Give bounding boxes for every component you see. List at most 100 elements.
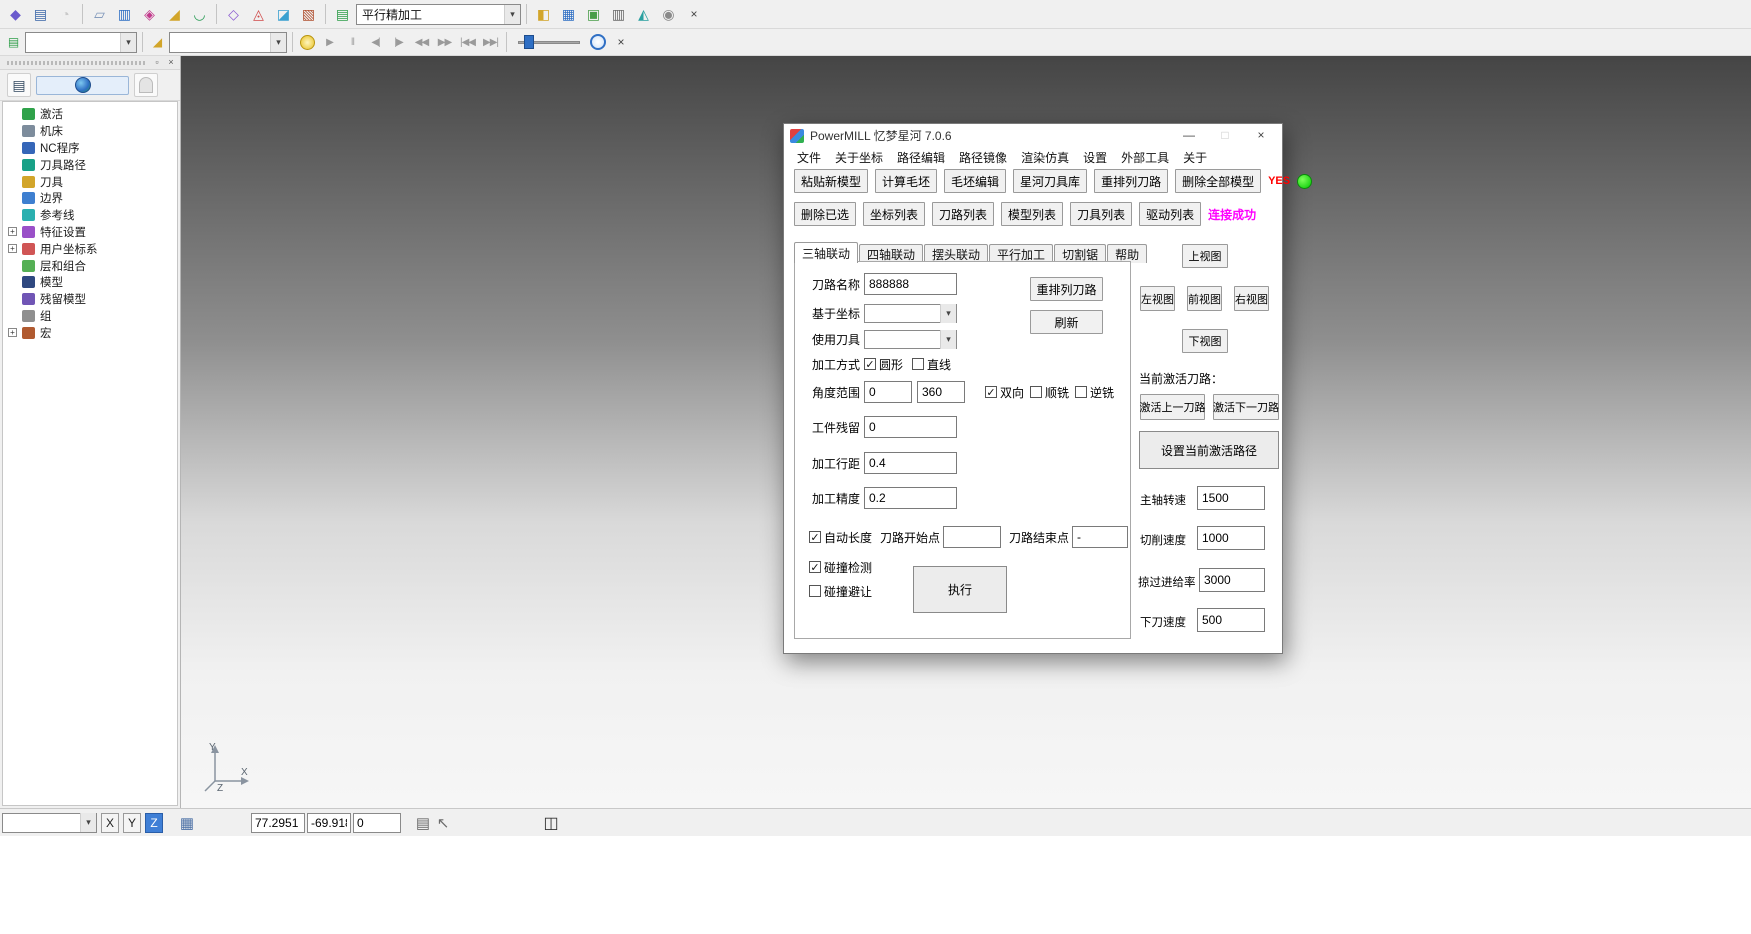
feature-set-icon[interactable]: ◬	[247, 3, 270, 25]
tree-item-machine[interactable]: 机床	[8, 123, 177, 140]
print-icon[interactable]: ◔	[54, 3, 77, 25]
tree-item-boundaries[interactable]: 边界	[8, 190, 177, 207]
tree-item-toolpaths[interactable]: 刀具路径	[8, 156, 177, 173]
reorder-button[interactable]: 重排列刀路	[1030, 277, 1103, 301]
x-axis-button[interactable]: X	[101, 813, 119, 833]
menu-item-file[interactable]: 文件	[790, 149, 828, 166]
collision-avoid-option[interactable]: 碰撞避让	[809, 583, 872, 600]
view-front-button[interactable]: 前视图	[1187, 286, 1222, 311]
cutting-feed-input[interactable]	[1197, 526, 1265, 550]
chevron-down-icon[interactable]: ▾	[504, 5, 520, 24]
tree-item-groups[interactable]: 组	[8, 308, 177, 325]
close-icon[interactable]: ×	[1246, 126, 1276, 145]
view-left-button[interactable]: 左视图	[1140, 286, 1175, 311]
menu-item-coords[interactable]: 关于坐标	[828, 149, 890, 166]
go-end-icon[interactable]: ▶▶|	[480, 32, 501, 52]
tree-item-feature-sets[interactable]: +特征设置	[8, 224, 177, 241]
circle-option[interactable]: 圆形	[864, 356, 903, 373]
plunge-feed-input[interactable]	[1197, 608, 1265, 632]
skim-feed-input[interactable]	[1199, 568, 1265, 592]
lightbulb-icon[interactable]	[298, 33, 317, 52]
menu-item-path-edit[interactable]: 路径编辑	[890, 149, 952, 166]
angle-start-input[interactable]	[864, 381, 912, 403]
auto-length-option[interactable]: 自动长度	[809, 529, 872, 546]
tool-list-button[interactable]: 刀具列表	[1070, 202, 1132, 226]
set-active-path-button[interactable]: 设置当前激活路径	[1139, 431, 1279, 469]
step-forward-icon[interactable]: |▶	[388, 32, 409, 52]
tool-icon[interactable]: ◢	[148, 33, 167, 52]
tree-item-active[interactable]: 激活	[8, 106, 177, 123]
step-back-icon[interactable]: ◀|	[365, 32, 386, 52]
reorder-toolpath-button[interactable]: 重排列刀路	[1094, 169, 1168, 193]
explorer-tree-icon[interactable]: ▤	[7, 73, 31, 97]
prev-toolpath-button[interactable]: 激活上一刀路	[1140, 394, 1205, 420]
coord-y-input[interactable]	[307, 813, 351, 833]
bidirectional-checkbox[interactable]	[985, 386, 997, 398]
panel-close-icon[interactable]: ×	[165, 57, 177, 68]
collision-check-checkbox[interactable]	[809, 561, 821, 573]
circle-checkbox[interactable]	[864, 358, 876, 370]
levels-icon[interactable]: ▤	[4, 33, 23, 52]
ghost-view-icon[interactable]	[134, 73, 158, 97]
expand-plus-icon[interactable]: +	[8, 328, 17, 337]
execute-button[interactable]: 执行	[913, 566, 1007, 613]
view-bottom-button[interactable]: 下视图	[1182, 329, 1228, 353]
delete-all-models-button[interactable]: 删除全部模型	[1175, 169, 1261, 193]
climb-checkbox[interactable]	[1030, 386, 1042, 398]
rewind-icon[interactable]: ◀◀	[411, 32, 432, 52]
stock-edit-button[interactable]: 毛坯编辑	[944, 169, 1006, 193]
list-icon[interactable]: ▤	[413, 813, 433, 833]
tree-item-levels-sets[interactable]: 层和组合	[8, 257, 177, 274]
tree-item-nc-programs[interactable]: NC程序	[8, 140, 177, 157]
simulation-speed-slider[interactable]	[518, 33, 580, 51]
coord-z-input[interactable]	[353, 813, 401, 833]
menu-item-settings[interactable]: 设置	[1076, 149, 1114, 166]
tree-item-workplanes[interactable]: +用户坐标系	[8, 240, 177, 257]
tab-3axis[interactable]: 三轴联动	[794, 242, 858, 263]
toolpath-icon[interactable]: ◈	[138, 3, 161, 25]
refresh-button[interactable]: 刷新	[1030, 310, 1103, 334]
globe-icon[interactable]	[36, 76, 129, 95]
panel-drag-grip[interactable]	[7, 61, 145, 65]
expand-plus-icon[interactable]: +	[8, 244, 17, 253]
toolbar-close-icon[interactable]: ×	[613, 34, 629, 50]
measure-icon[interactable]: ◭	[632, 3, 655, 25]
chevron-down-icon[interactable]: ▾	[80, 813, 96, 832]
maximize-icon[interactable]: □	[1210, 126, 1240, 145]
strategy-dropdown[interactable]: 平行精加工 ▾	[356, 4, 521, 25]
line-checkbox[interactable]	[912, 358, 924, 370]
start-point-input[interactable]	[943, 526, 1001, 548]
view-right-button[interactable]: 右视图	[1234, 286, 1269, 311]
line-option[interactable]: 直线	[912, 356, 951, 373]
climb-option[interactable]: 顺铣	[1030, 384, 1069, 401]
drive-list-button[interactable]: 驱动列表	[1139, 202, 1201, 226]
conventional-checkbox[interactable]	[1075, 386, 1087, 398]
calculator-icon[interactable]: ▥	[607, 3, 630, 25]
play-icon[interactable]: ▶	[319, 32, 340, 52]
tree-item-patterns[interactable]: 参考线	[8, 207, 177, 224]
toolpath-list-button[interactable]: 刀路列表	[932, 202, 994, 226]
block-icon[interactable]: ▱	[88, 3, 111, 25]
coord-select[interactable]: ▾	[864, 304, 957, 323]
dialog-title-bar[interactable]: PowerMILL 忆梦星河 7.0.6 — □ ×	[784, 124, 1282, 147]
tree-item-models[interactable]: 模型	[8, 274, 177, 291]
panes-icon[interactable]: ◫	[541, 813, 561, 833]
compute-stock-button[interactable]: 计算毛坯	[875, 169, 937, 193]
menu-item-path-mirror[interactable]: 路径镜像	[952, 149, 1014, 166]
tree-item-tools[interactable]: 刀具	[8, 173, 177, 190]
tool-icon[interactable]: ◢	[163, 3, 186, 25]
clock-icon[interactable]	[588, 33, 607, 52]
delete-selected-button[interactable]: 删除已选	[794, 202, 856, 226]
levels-icon[interactable]: ▤	[331, 3, 354, 25]
model-list-button[interactable]: 模型列表	[1001, 202, 1063, 226]
status-dropdown[interactable]: ▾	[2, 813, 97, 833]
menu-item-about[interactable]: 关于	[1176, 149, 1214, 166]
panel-float-icon[interactable]: ▫	[151, 57, 163, 68]
tool-select[interactable]: ▾	[864, 330, 957, 349]
stock-allowance-input[interactable]	[864, 416, 957, 438]
tree-item-stock-models[interactable]: 残留模型	[8, 291, 177, 308]
powermill-logo-icon[interactable]: ◆	[4, 3, 27, 25]
simulation-icon[interactable]: ▣	[582, 3, 605, 25]
menu-item-render-sim[interactable]: 渲染仿真	[1014, 149, 1076, 166]
pause-icon[interactable]: ‖	[342, 32, 363, 52]
